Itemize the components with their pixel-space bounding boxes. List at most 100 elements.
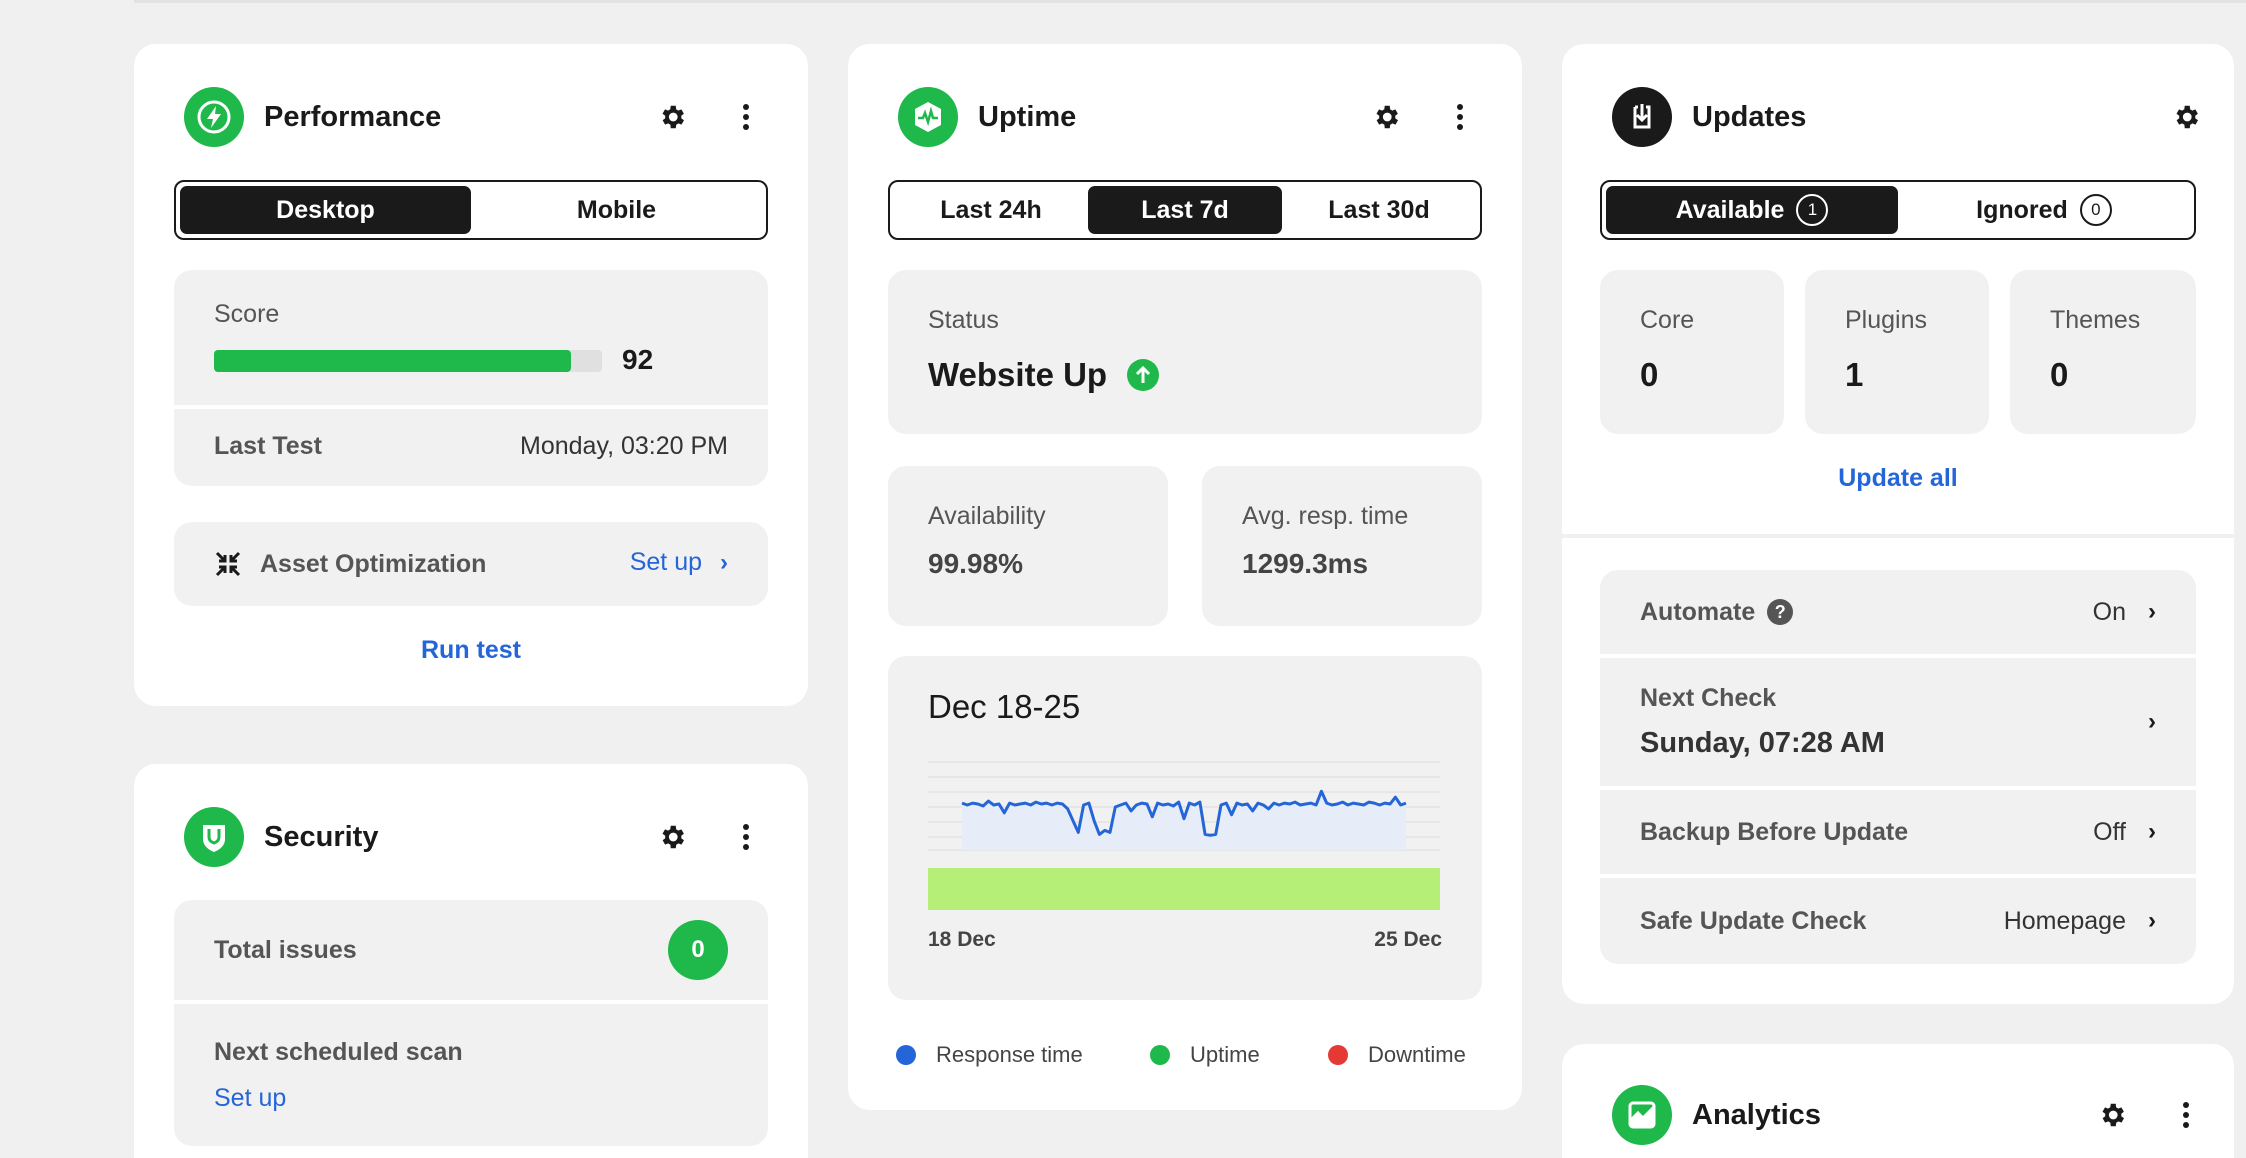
legend-downtime-label: Downtime	[1368, 1042, 1466, 1067]
performance-card: Performance Desktop Mobile Score 92 Last…	[134, 44, 808, 706]
themes-value: 0	[2050, 356, 2069, 393]
legend-downtime: Downtime	[1328, 1042, 1466, 1068]
score-bar	[214, 350, 602, 372]
security-title: Security	[264, 820, 379, 853]
range-toggle: Last 24h Last 7d Last 30d	[888, 180, 1482, 240]
asset-optimization-row[interactable]: Asset Optimization Set up ›	[174, 522, 768, 606]
response-time-label: Avg. resp. time	[1242, 502, 1409, 530]
response-time-panel: Avg. resp. time 1299.3ms	[1202, 466, 1482, 626]
legend-response-time-label: Response time	[936, 1042, 1083, 1067]
backup-label: Backup Before Update	[1640, 817, 1909, 846]
availability-panel: Availability 99.98%	[888, 466, 1168, 626]
tab-ignored[interactable]: Ignored 0	[1898, 186, 2190, 234]
heartbeat-icon	[898, 87, 958, 147]
tab-available-label: Available	[1675, 195, 1785, 224]
status-panel: Status Website Up	[888, 270, 1482, 434]
plugins-value: 1	[1845, 356, 1864, 393]
tab-mobile[interactable]: Mobile	[471, 186, 762, 234]
performance-settings-button[interactable]	[650, 95, 694, 139]
more-vertical-icon	[743, 824, 749, 850]
next-check-label: Next Check	[1640, 684, 1777, 712]
gear-icon	[1376, 105, 1398, 129]
plugins-panel: Plugins 1	[1805, 270, 1989, 434]
legend-dot-green	[1150, 1045, 1170, 1065]
uptime-settings-button[interactable]	[1364, 95, 1408, 139]
more-vertical-icon	[743, 104, 749, 130]
tab-last-30d[interactable]: Last 30d	[1282, 186, 1476, 234]
legend-dot-blue	[896, 1045, 916, 1065]
safe-update-row[interactable]: Safe Update Check Homepage ›	[1600, 878, 2196, 964]
next-scan-setup-link[interactable]: Set up	[214, 1084, 286, 1113]
updates-card: Updates Available 1 Ignored 0 Core 0 Plu…	[1562, 44, 2234, 1004]
x-tick-end: 25 Dec	[1374, 928, 1442, 951]
security-issues-panel: Total issues 0 Next scheduled scan Set u…	[174, 900, 768, 1146]
analytics-more-button[interactable]	[2164, 1093, 2208, 1137]
help-icon[interactable]: ?	[1767, 599, 1794, 625]
run-test-button[interactable]: Run test	[134, 636, 808, 665]
tab-ignored-label: Ignored	[1976, 195, 2068, 224]
updates-title: Updates	[1692, 100, 1807, 133]
tab-available-count: 1	[1796, 194, 1829, 226]
safe-update-label: Safe Update Check	[1640, 906, 1867, 935]
tab-available[interactable]: Available 1	[1606, 186, 1898, 234]
next-check-value: Sunday, 07:28 AM	[1640, 727, 1885, 759]
gear-icon	[2102, 1103, 2124, 1127]
tab-last-7d[interactable]: Last 7d	[1088, 186, 1282, 234]
device-toggle: Desktop Mobile	[174, 180, 768, 240]
score-value: 92	[622, 344, 654, 375]
top-divider	[134, 0, 2246, 3]
gear-icon	[662, 105, 684, 129]
x-tick-start: 18 Dec	[928, 928, 996, 951]
tab-desktop[interactable]: Desktop	[180, 186, 471, 234]
uptime-title: Uptime	[978, 100, 1077, 133]
core-value: 0	[1640, 356, 1659, 393]
backup-row[interactable]: Backup Before Update Off ›	[1600, 790, 2196, 874]
legend-uptime: Uptime	[1150, 1042, 1260, 1068]
lightning-icon	[184, 87, 244, 147]
core-panel: Core 0	[1600, 270, 1784, 434]
availability-value: 99.98%	[928, 548, 1023, 579]
uptime-chart	[928, 761, 1440, 910]
more-vertical-icon	[2183, 1102, 2189, 1128]
shield-icon	[184, 807, 244, 867]
next-scan-label: Next scheduled scan	[214, 1038, 463, 1066]
total-issues-badge: 0	[668, 920, 728, 980]
tab-last-24h[interactable]: Last 24h	[894, 186, 1088, 234]
status-label: Status	[928, 306, 999, 334]
legend-uptime-label: Uptime	[1190, 1042, 1260, 1067]
updates-settings-panel: Automate ? On › Next Check Sunday, 07:28…	[1600, 570, 2196, 964]
security-more-button[interactable]	[724, 815, 768, 859]
backup-value: Off	[2093, 817, 2126, 846]
chevron-right-icon: ›	[720, 548, 728, 576]
chevron-right-icon: ›	[2148, 708, 2156, 735]
core-label: Core	[1640, 306, 1695, 334]
update-all-button[interactable]: Update all	[1562, 464, 2234, 493]
analytics-settings-button[interactable]	[2090, 1093, 2134, 1137]
performance-more-button[interactable]	[724, 95, 768, 139]
next-check-row[interactable]: Next Check Sunday, 07:28 AM ›	[1600, 658, 2196, 786]
uptime-card: Uptime Last 24h Last 7d Last 30d Status …	[848, 44, 1522, 1110]
updates-settings-button[interactable]	[2164, 95, 2208, 139]
score-bar-fill	[214, 350, 571, 372]
updates-section-divider	[1562, 534, 2234, 538]
last-test-value: Monday, 03:20 PM	[520, 432, 728, 460]
response-time-area	[962, 791, 1406, 850]
score-divider	[174, 405, 768, 409]
tab-ignored-count: 0	[2079, 194, 2112, 226]
security-card: Security Total issues 0 Next scheduled s…	[134, 764, 808, 1158]
legend-response-time: Response time	[896, 1042, 1083, 1068]
security-divider	[174, 1000, 768, 1004]
status-value: Website Up	[928, 356, 1108, 393]
uptime-more-button[interactable]	[1438, 95, 1482, 139]
analytics-card: Analytics	[1562, 1044, 2234, 1158]
automate-row[interactable]: Automate ? On ›	[1600, 570, 2196, 654]
updates-toggle: Available 1 Ignored 0	[1600, 180, 2196, 240]
asset-setup-link[interactable]: Set up ›	[630, 548, 728, 577]
more-vertical-icon	[1457, 104, 1463, 130]
asset-setup-label: Set up	[629, 548, 702, 576]
security-settings-button[interactable]	[650, 815, 694, 859]
download-icon	[1612, 87, 1672, 147]
score-label: Score	[214, 300, 280, 328]
score-panel: Score 92 Last Test Monday, 03:20 PM	[174, 270, 768, 486]
last-test-label: Last Test	[214, 432, 322, 460]
